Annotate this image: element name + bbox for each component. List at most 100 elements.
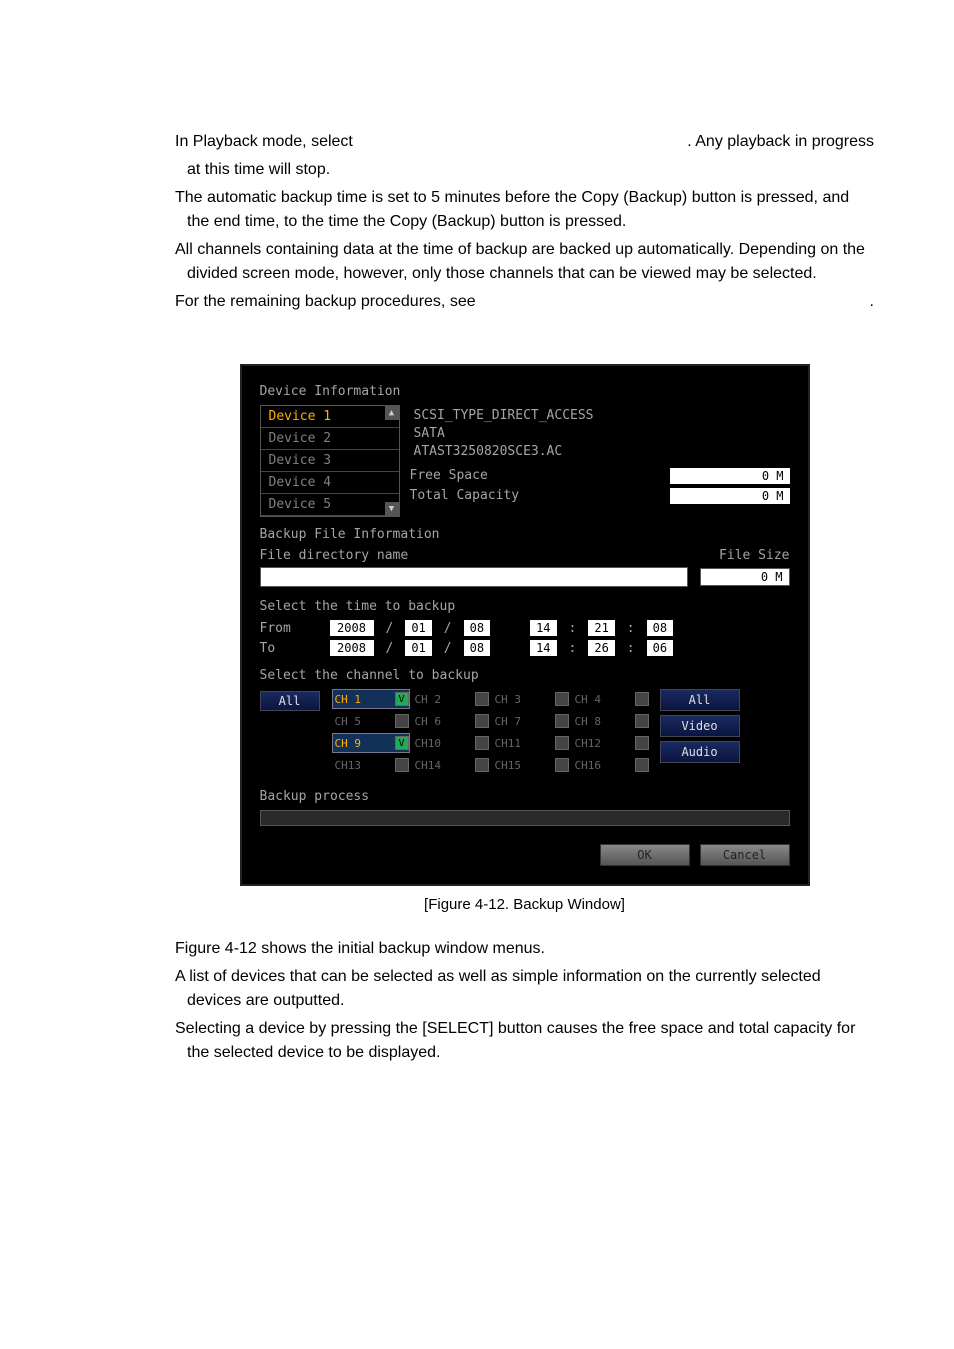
checkbox-icon <box>475 736 489 750</box>
audio-button[interactable]: Audio <box>660 741 740 763</box>
backup-progress-bar <box>260 810 790 826</box>
outro-p3: Selecting a device by pressing the [SELE… <box>175 1017 874 1065</box>
from-month[interactable]: 01 <box>405 620 431 636</box>
file-dir-label: File directory name <box>260 548 409 563</box>
time-to-row: To 2008 / 01 / 08 14 : 26 : 06 <box>260 640 790 656</box>
device-info-title: Device Information <box>260 384 790 399</box>
free-space-value: 0 M <box>670 468 790 484</box>
all-right-button[interactable]: All <box>660 689 740 711</box>
checkbox-icon <box>395 714 409 728</box>
check-icon: V <box>395 736 409 750</box>
cancel-button[interactable]: Cancel <box>700 844 790 866</box>
backup-dialog: Device Information ▲ Device 1 Device 2 D… <box>240 364 810 886</box>
channel-9[interactable]: CH 9V <box>332 733 410 753</box>
time-from-row: From 2008 / 01 / 08 14 : 21 : 08 <box>260 620 790 636</box>
intro-p4a: For the remaining backup procedures, see <box>175 293 476 310</box>
date-sep: / <box>384 621 396 636</box>
channel-11[interactable]: CH11 <box>492 733 570 753</box>
file-size-label: File Size <box>719 548 789 563</box>
checkbox-icon <box>635 736 649 750</box>
time-section-title: Select the time to backup <box>260 599 790 614</box>
channel-12[interactable]: CH12 <box>572 733 650 753</box>
all-left-button[interactable]: All <box>260 691 320 711</box>
file-dir-input[interactable] <box>260 567 688 587</box>
file-size-value: 0 M <box>700 568 790 586</box>
from-sec[interactable]: 08 <box>647 620 673 636</box>
intro-p1a: In Playback mode, select <box>175 133 353 150</box>
checkbox-icon <box>475 758 489 772</box>
total-capacity-value: 0 M <box>670 488 790 504</box>
from-day[interactable]: 08 <box>464 620 490 636</box>
to-sec[interactable]: 06 <box>647 640 673 656</box>
intro-p2: The automatic backup time is set to 5 mi… <box>175 186 874 234</box>
time-sep-2: : <box>625 621 637 636</box>
channel-section-title: Select the channel to backup <box>260 668 790 683</box>
ok-button[interactable]: OK <box>600 844 690 866</box>
checkbox-icon <box>555 714 569 728</box>
channel-6[interactable]: CH 6 <box>412 711 490 731</box>
channel-13[interactable]: CH13 <box>332 755 410 775</box>
date-sep-2: / <box>442 621 454 636</box>
date-sep-4: / <box>442 641 454 656</box>
device-list[interactable]: ▲ Device 1 Device 2 Device 3 Device 4 De… <box>260 405 400 517</box>
checkbox-icon <box>555 758 569 772</box>
device-item-1[interactable]: Device 1 <box>261 406 399 428</box>
intro-p4b: . <box>870 290 874 314</box>
checkbox-icon <box>475 714 489 728</box>
channel-10[interactable]: CH10 <box>412 733 490 753</box>
channel-1[interactable]: CH 1V <box>332 689 410 709</box>
device-description: SCSI_TYPE_DIRECT_ACCESS SATA ATAST325082… <box>410 405 790 464</box>
dev-desc-l3: ATAST3250820SCE3.AC <box>414 443 786 461</box>
checkbox-icon <box>635 714 649 728</box>
figure-caption: [Figure 4-12. Backup Window] <box>175 896 874 913</box>
intro-p3: All channels containing data at the time… <box>175 238 874 286</box>
checkbox-icon <box>635 692 649 706</box>
checkbox-icon <box>635 758 649 772</box>
device-scroll-down-icon[interactable]: ▼ <box>385 502 399 516</box>
from-min[interactable]: 21 <box>588 620 614 636</box>
channel-4[interactable]: CH 4 <box>572 689 650 709</box>
total-capacity-label: Total Capacity <box>410 488 520 503</box>
device-item-2[interactable]: Device 2 <box>261 428 399 450</box>
channel-grid: CH 1V CH 2 CH 3 CH 4 CH 5 CH 6 CH 7 CH 8… <box>332 689 650 775</box>
to-hour[interactable]: 14 <box>530 640 556 656</box>
dev-desc-l1: SCSI_TYPE_DIRECT_ACCESS <box>414 407 786 425</box>
outro-p2: A list of devices that can be selected a… <box>175 965 874 1013</box>
intro-p1c: at this time will stop. <box>175 158 874 182</box>
to-label: To <box>260 641 320 656</box>
from-label: From <box>260 621 320 636</box>
checkbox-icon <box>395 758 409 772</box>
time-sep-3: : <box>567 641 579 656</box>
check-icon: V <box>395 692 409 706</box>
intro-line-4: For the remaining backup procedures, see… <box>175 290 874 314</box>
to-year[interactable]: 2008 <box>330 640 374 656</box>
free-space-label: Free Space <box>410 468 488 483</box>
channel-8[interactable]: CH 8 <box>572 711 650 731</box>
device-scroll-up-icon[interactable]: ▲ <box>385 406 399 420</box>
intro-p1b: . Any playback in progress <box>687 130 874 154</box>
date-sep-3: / <box>384 641 396 656</box>
to-month[interactable]: 01 <box>405 640 431 656</box>
channel-7[interactable]: CH 7 <box>492 711 570 731</box>
video-button[interactable]: Video <box>660 715 740 737</box>
device-item-5[interactable]: Device 5 <box>261 494 399 516</box>
from-year[interactable]: 2008 <box>330 620 374 636</box>
checkbox-icon <box>555 692 569 706</box>
channel-2[interactable]: CH 2 <box>412 689 490 709</box>
device-item-4[interactable]: Device 4 <box>261 472 399 494</box>
checkbox-icon <box>475 692 489 706</box>
to-day[interactable]: 08 <box>464 640 490 656</box>
intro-line-1: In Playback mode, select . Any playback … <box>175 130 874 154</box>
time-sep-4: : <box>625 641 637 656</box>
file-info-title: Backup File Information <box>260 527 790 542</box>
to-min[interactable]: 26 <box>588 640 614 656</box>
backup-process-title: Backup process <box>260 789 790 804</box>
channel-14[interactable]: CH14 <box>412 755 490 775</box>
time-sep: : <box>567 621 579 636</box>
channel-3[interactable]: CH 3 <box>492 689 570 709</box>
from-hour[interactable]: 14 <box>530 620 556 636</box>
channel-15[interactable]: CH15 <box>492 755 570 775</box>
device-item-3[interactable]: Device 3 <box>261 450 399 472</box>
channel-16[interactable]: CH16 <box>572 755 650 775</box>
channel-5[interactable]: CH 5 <box>332 711 410 731</box>
